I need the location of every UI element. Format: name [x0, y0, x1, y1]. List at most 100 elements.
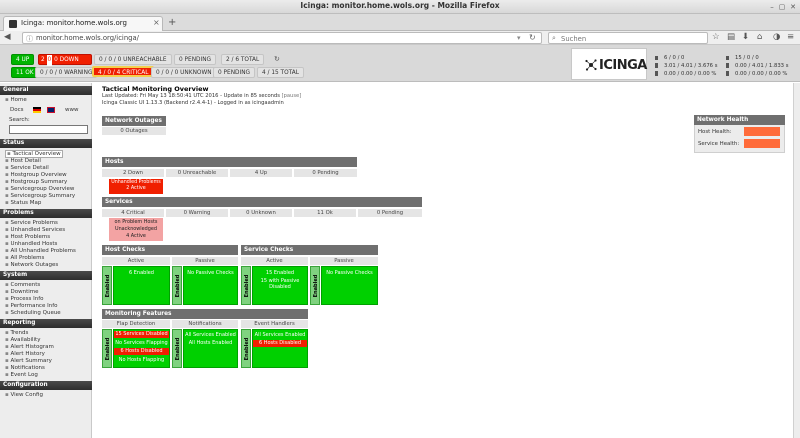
- sidebar-item-view-config[interactable]: View Config: [5, 392, 42, 398]
- outages-count[interactable]: 0 Outages: [102, 127, 166, 135]
- sidebar-item-performance-info[interactable]: Performance Info: [5, 303, 57, 309]
- back-icon[interactable]: ◀: [4, 32, 11, 42]
- tab-icinga[interactable]: Icinga: monitor.home.wols.org ×: [3, 16, 163, 31]
- sidebar-item-all-unhandled-problems[interactable]: All Unhandled Problems: [5, 248, 75, 254]
- event-handlers-box[interactable]: All Services Enabled 6 Hosts Disabled: [252, 329, 308, 368]
- sidebar-item-alert-summary[interactable]: Alert Summary: [5, 358, 51, 364]
- sidebar-item-servicegroup-summary[interactable]: Servicegroup Summary: [5, 193, 75, 199]
- reload-icon[interactable]: ↻: [529, 33, 536, 42]
- flap-detection-box[interactable]: 15 Services Disabled No Services Flappin…: [113, 329, 170, 368]
- event-handlers-head: Event Handlers: [241, 320, 308, 328]
- hosts-total-pill[interactable]: 2 / 6 TOTAL: [221, 54, 265, 65]
- services-total-pill[interactable]: 4 / 15 TOTAL: [257, 67, 304, 78]
- pause-link[interactable]: [pause]: [282, 93, 302, 99]
- service-active-box[interactable]: 15 Enabled 15 with Passive Disabled: [252, 266, 308, 305]
- hosts-pending-cell[interactable]: 0 Pending: [294, 169, 357, 177]
- hosts-unhandled-count: 2 Active: [126, 186, 146, 191]
- flap-services-disabled[interactable]: 15 Services Disabled: [114, 331, 169, 338]
- services-critical-cell[interactable]: 4 Critical: [102, 209, 164, 217]
- sidebar-item-process-info[interactable]: Process Info: [5, 296, 43, 302]
- event-hosts-disabled[interactable]: 6 Hosts Disabled: [253, 340, 307, 347]
- hosts-unreachable-pill[interactable]: 0 / 0 / 0 UNREACHABLE: [94, 54, 172, 65]
- refresh-icon[interactable]: ↻: [274, 55, 280, 63]
- services-critical-pill[interactable]: 4 / 0 / 4 CRITICAL: [92, 66, 155, 77]
- host-active-enabled-tag: Enabled: [102, 266, 112, 305]
- sidebar-item-network-outages[interactable]: Network Outages: [5, 262, 58, 268]
- menu-icon[interactable]: ≡: [787, 32, 794, 42]
- sidebar-item-unhandled-services[interactable]: Unhandled Services: [5, 227, 65, 233]
- host-health-bar: [744, 127, 780, 136]
- host-exec-bar: [655, 71, 658, 76]
- url-bar[interactable]: ⓘ monitor.home.wols.org/icinga/ ▾ ↻: [22, 32, 542, 44]
- notifications-box[interactable]: All Services Enabled All Hosts Enabled: [183, 329, 238, 368]
- host-checks-passive-head: Passive: [172, 257, 238, 265]
- sidebar-item-hostgroup-summary[interactable]: Hostgroup Summary: [5, 179, 67, 185]
- sidebar-item-host-detail[interactable]: Host Detail: [5, 158, 40, 164]
- tab-close-icon[interactable]: ×: [153, 18, 160, 27]
- sidebar-heading-general: General: [0, 86, 92, 95]
- sidebar-item-availability[interactable]: Availability: [5, 337, 40, 343]
- sidebar-item-unhandled-hosts[interactable]: Unhandled Hosts: [5, 241, 57, 247]
- english-flag-icon[interactable]: [47, 107, 55, 113]
- globe-icon: ⓘ: [26, 35, 33, 43]
- sidebar-item-servicegroup-overview[interactable]: Servicegroup Overview: [5, 186, 74, 192]
- service-passive-box[interactable]: No Passive Checks: [321, 266, 378, 305]
- sidebar-item-downtime[interactable]: Downtime: [5, 289, 38, 295]
- dropdown-arrow-icon[interactable]: ▾: [517, 34, 521, 42]
- download-icon[interactable]: ⬇: [742, 32, 749, 42]
- services-warning-cell[interactable]: 0 Warning: [166, 209, 228, 217]
- sidebar-item-www[interactable]: www: [65, 107, 79, 113]
- sidebar-item-host-problems[interactable]: Host Problems: [5, 234, 50, 240]
- german-flag-icon[interactable]: [33, 107, 41, 113]
- services-unknown-cell[interactable]: 0 Unknown: [230, 209, 292, 217]
- host-active-box[interactable]: 6 Enabled: [113, 266, 170, 305]
- star-icon[interactable]: ☆: [712, 32, 720, 42]
- sidebar-item-service-detail[interactable]: Service Detail: [5, 165, 48, 171]
- sidebar-item-scheduling-queue[interactable]: Scheduling Queue: [5, 310, 60, 316]
- services-unknown-pill[interactable]: 0 / 0 / 0 UNKNOWN: [151, 67, 217, 78]
- sidebar-item-service-problems[interactable]: Service Problems: [5, 220, 57, 226]
- reading-list-icon[interactable]: ▤: [727, 32, 735, 42]
- pocket-icon[interactable]: ◑: [773, 32, 780, 42]
- host-stats-exec: 0.00 / 0.00 / 0.00 %: [664, 71, 717, 77]
- host-passive-box[interactable]: No Passive Checks: [183, 266, 238, 305]
- service-checks-active-head: Active: [241, 257, 308, 265]
- sidebar-item-hostgroup-overview[interactable]: Hostgroup Overview: [5, 172, 66, 178]
- maximize-button[interactable]: ▢: [778, 3, 786, 11]
- sidebar-search-input[interactable]: [9, 125, 88, 134]
- hosts-up-pill[interactable]: 4 UP: [11, 54, 35, 65]
- sidebar-item-tactical-overview[interactable]: Tactical Overview: [5, 150, 63, 158]
- hosts-unreachable-cell[interactable]: 0 Unreachable: [166, 169, 228, 177]
- sidebar-item-trends[interactable]: Trends: [5, 330, 28, 336]
- sidebar-item-notifications[interactable]: Notifications: [5, 365, 44, 371]
- sidebar-item-home[interactable]: Home: [5, 97, 26, 103]
- minimize-button[interactable]: –: [768, 3, 776, 11]
- sidebar-item-all-problems[interactable]: All Problems: [5, 255, 44, 261]
- hosts-up-cell[interactable]: 4 Up: [230, 169, 292, 177]
- sidebar-heading-reporting: Reporting: [0, 319, 92, 328]
- hosts-pending-pill[interactable]: 0 PENDING: [174, 54, 217, 65]
- hosts-down-cell[interactable]: 2 Down: [102, 169, 164, 177]
- sidebar-item-docs[interactable]: Docs: [10, 107, 24, 113]
- hosts-unhandled-box[interactable]: Unhandled Problems 2 Active: [109, 179, 163, 194]
- sidebar-item-status-map[interactable]: Status Map: [5, 200, 41, 206]
- services-pending-cell[interactable]: 0 Pending: [358, 209, 422, 217]
- service-exec-bar: [726, 71, 729, 76]
- sidebar-item-alert-history[interactable]: Alert History: [5, 351, 44, 357]
- home-icon[interactable]: ⌂: [757, 32, 762, 42]
- search-input[interactable]: [561, 34, 701, 43]
- flap-hosts-disabled[interactable]: 6 Hosts Disabled: [114, 348, 169, 355]
- services-pending-pill[interactable]: 0 PENDING: [213, 67, 256, 78]
- sidebar-item-alert-histogram[interactable]: Alert Histogram: [5, 344, 53, 350]
- sidebar-item-event-log[interactable]: Event Log: [5, 372, 37, 378]
- page-scrollbar[interactable]: [793, 83, 800, 438]
- new-tab-button[interactable]: +: [168, 17, 176, 28]
- search-box[interactable]: ⌕: [548, 32, 708, 44]
- services-problem-box[interactable]: on Problem Hosts Unacknowledged 4 Active: [109, 218, 163, 241]
- close-window-button[interactable]: ✕: [789, 3, 797, 11]
- sidebar-item-comments[interactable]: Comments: [5, 282, 40, 288]
- hosts-down-pill[interactable]: 2 0 0 DOWN: [38, 54, 92, 66]
- services-ok-cell[interactable]: 11 Ok: [294, 209, 356, 217]
- icinga-logo[interactable]: ICINGA: [571, 48, 647, 80]
- services-warning-pill[interactable]: 0 / 0 / 0 WARNING: [35, 67, 98, 78]
